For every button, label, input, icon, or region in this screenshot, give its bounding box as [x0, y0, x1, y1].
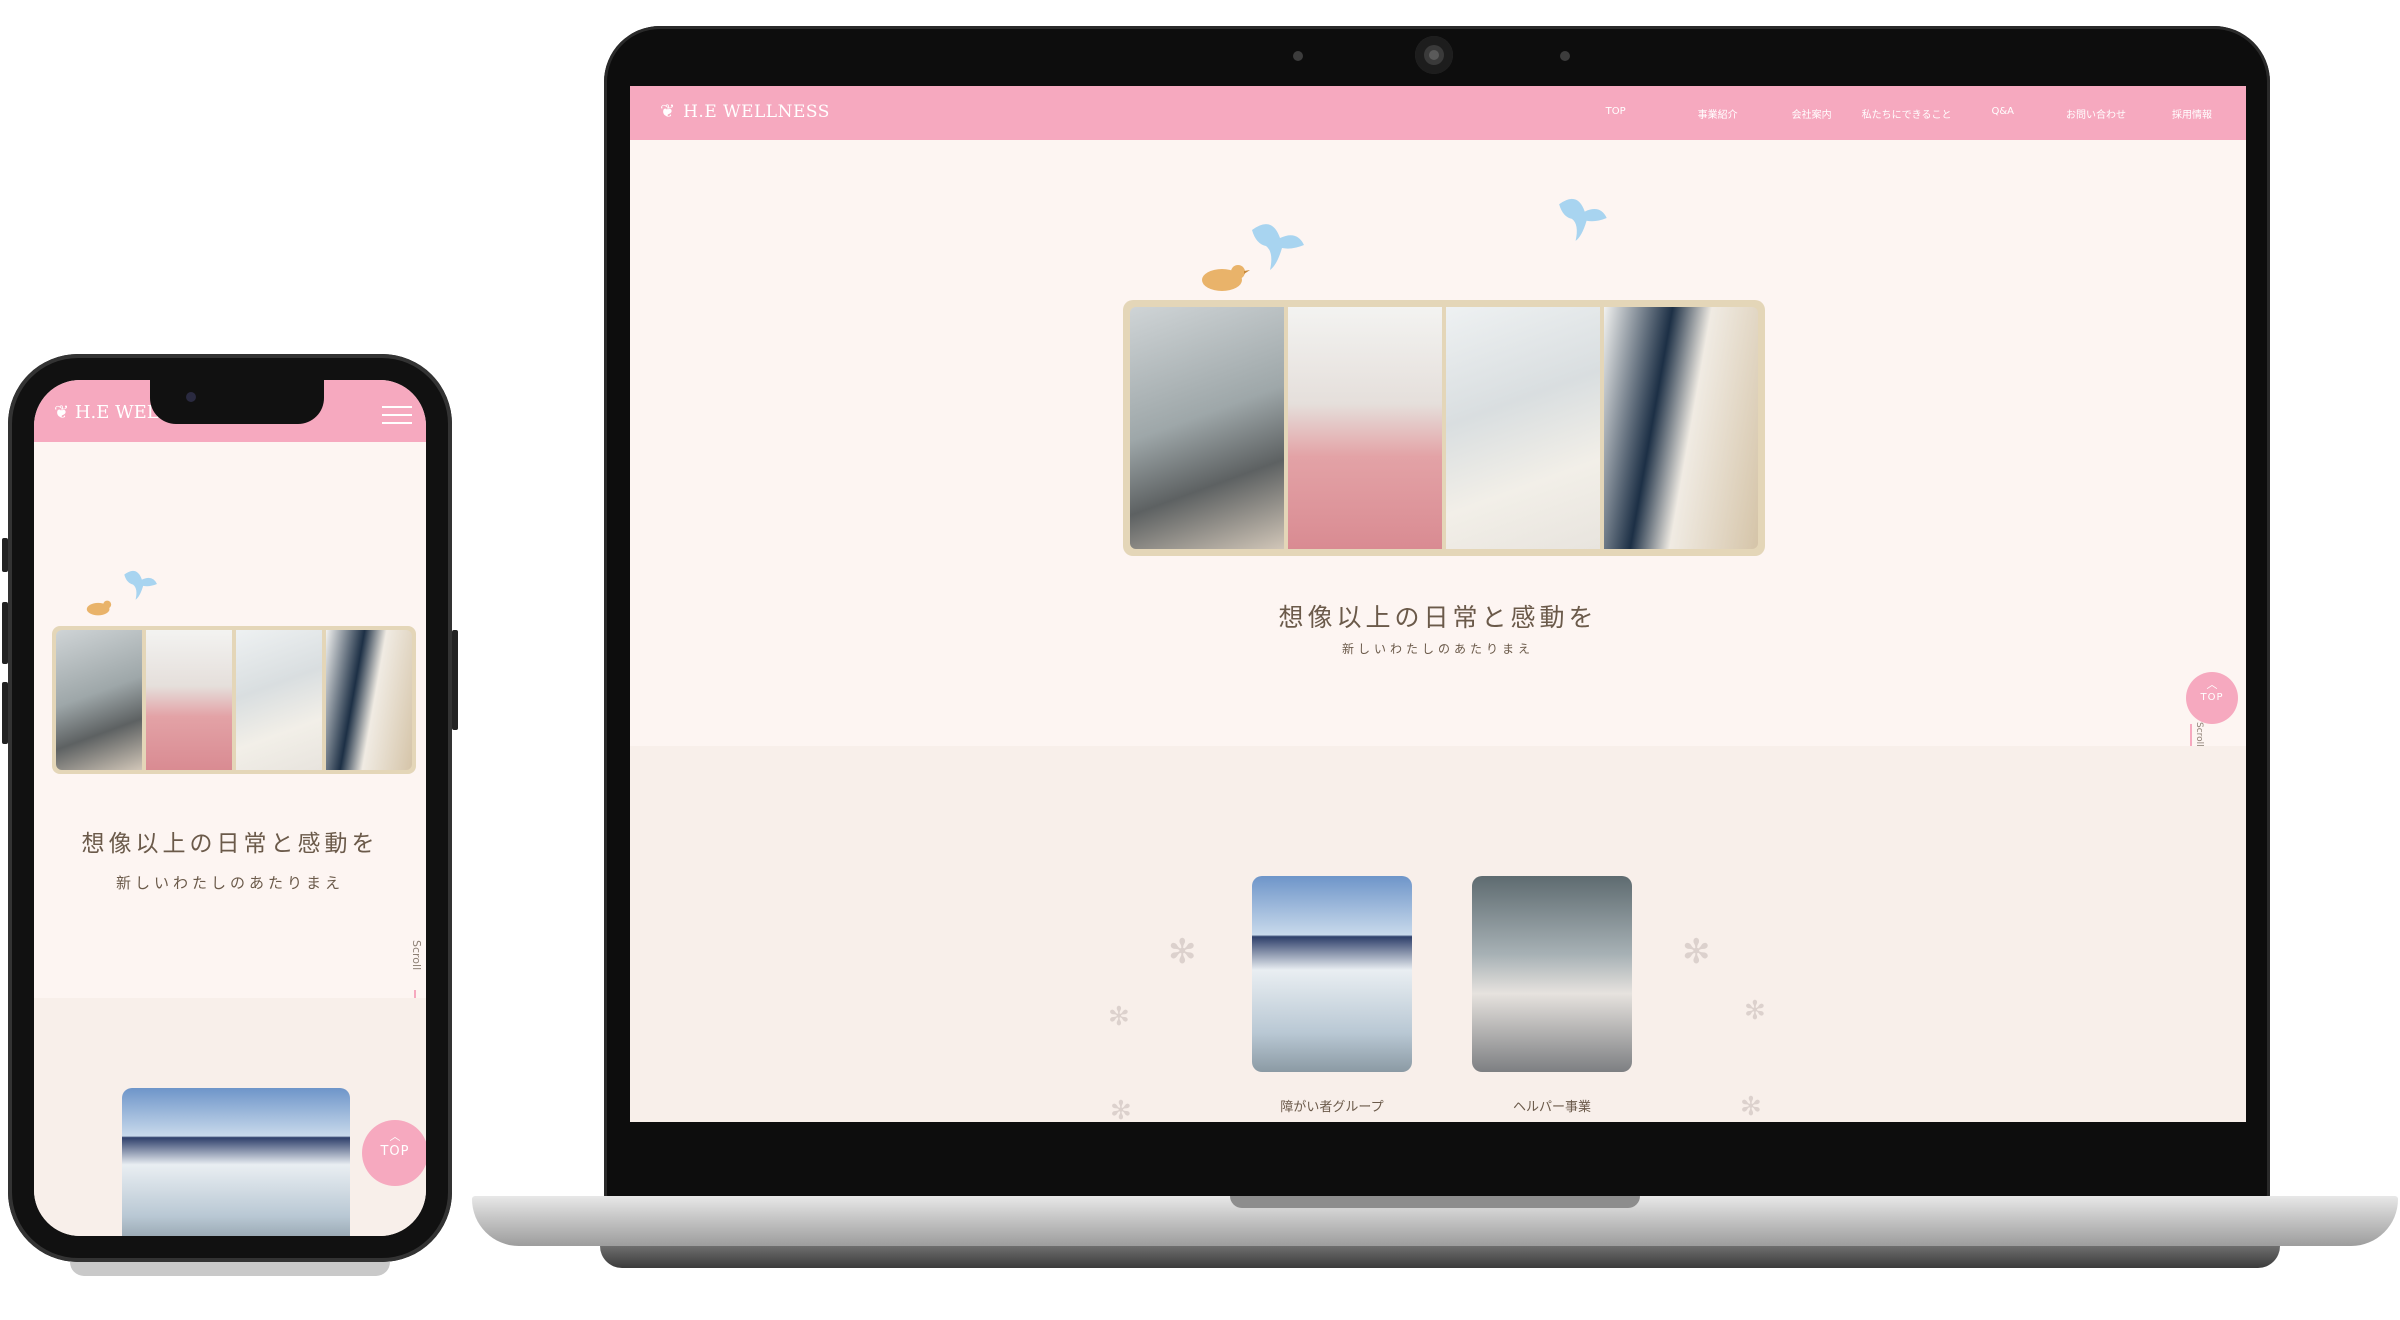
nav-qa[interactable]: Q&A	[1991, 106, 2014, 121]
phone-side-button	[2, 682, 8, 744]
blue-bird-icon	[124, 570, 157, 600]
phone-side-button	[2, 538, 8, 572]
flower-icon: ✻	[1108, 1002, 1130, 1032]
leaf-logo-icon: ❦	[54, 402, 75, 423]
laptop-sensor-right	[1560, 51, 1570, 61]
flower-icon: ✻	[1682, 932, 1711, 972]
hero-section: 想像以上の日常と感動を 新しいわたしのあたりまえ	[630, 140, 2246, 746]
photo-caregiver	[326, 630, 412, 770]
flower-icon: ✻	[1740, 1092, 1762, 1122]
photo-caregiver	[1604, 307, 1758, 549]
photo-dishwashing	[56, 630, 142, 770]
laptop-base-shadow	[600, 1246, 2280, 1268]
chevron-up-icon: ︿	[2206, 678, 2218, 691]
nav-what-we-can-do[interactable]: 私たちにできること	[1862, 106, 1952, 121]
phone-frame: ❦ H.E WELL 想像以上の日常と感動を 新しいわたしのあたりまえ Scro…	[2, 354, 458, 1262]
hero-subtitle: 新しいわたしのあたりまえ	[1341, 642, 1534, 656]
service-card-label: ヘルパー事業	[1512, 1100, 1591, 1115]
mobile-hero-subtitle: 新しいわたしのあたりまえ	[115, 874, 344, 892]
hamburger-menu-icon[interactable]	[382, 406, 412, 430]
site-logo[interactable]: ❦ H.E WELLNESS	[660, 101, 830, 122]
flower-icon: ✻	[1110, 1096, 1132, 1122]
nav-recruit[interactable]: 採用情報	[2172, 106, 2212, 121]
webcam-icon	[1415, 36, 1453, 74]
small-bird-icon	[1202, 265, 1250, 291]
nav-company[interactable]: 会社案内	[1792, 106, 1832, 121]
leaf-logo-icon: ❦	[660, 101, 676, 122]
mobile-scroll-label: Scroll	[410, 940, 423, 971]
mobile-hero-title: 想像以上の日常と感動を	[81, 831, 379, 857]
phone-screen: ❦ H.E WELL 想像以上の日常と感動を 新しいわたしのあたりまえ Scro…	[34, 380, 426, 1236]
back-to-top-button[interactable]: ︿ TOP	[2186, 672, 2238, 724]
flower-icon: ✻	[1168, 932, 1197, 972]
photo-laundry	[1288, 307, 1442, 549]
phone-notch	[150, 380, 324, 424]
services-section: ✻ ✻ ✻ ✻ ✻ ✻ 障がい者グループ ヘルパー事業	[630, 746, 2246, 1122]
mobile-back-to-top-button[interactable]: ︿ TOP	[362, 1120, 426, 1186]
laptop-hinge	[1230, 1196, 1640, 1208]
photo-laundry	[146, 630, 232, 770]
chevron-up-icon: ︿	[389, 1130, 401, 1143]
service-card-helper[interactable]: ヘルパー事業	[1472, 876, 1632, 1115]
mobile-group-home-photo	[122, 1088, 350, 1236]
laptop-sensor-left	[1293, 51, 1303, 61]
service-card-label: 障がい者グループ	[1280, 1100, 1384, 1115]
nav-services[interactable]: 事業紹介	[1698, 106, 1738, 121]
photo-dishwashing	[1130, 307, 1284, 549]
phone-side-button	[452, 630, 458, 730]
logo-text: H.E WELLNESS	[683, 101, 830, 122]
nav-contact[interactable]: お問い合わせ	[2066, 106, 2126, 121]
group-home-photo	[1252, 876, 1412, 1072]
flower-icon: ✻	[1744, 996, 1766, 1026]
mobile-hero-photo-collage	[52, 626, 416, 774]
main-nav: TOP 事業紹介 会社案内 私たちにできること Q&A お問い合わせ 採用情報	[1606, 106, 2212, 121]
photo-meal	[236, 630, 322, 770]
phone-shadow	[70, 1262, 390, 1276]
small-bird-icon	[86, 600, 112, 616]
photo-meal	[1446, 307, 1600, 549]
hero-photo-collage	[1123, 300, 1765, 556]
hero-title: 想像以上の日常と感動を	[1278, 603, 1598, 632]
nav-top[interactable]: TOP	[1606, 106, 1626, 121]
phone-side-button	[2, 602, 8, 664]
blue-bird-icon	[1252, 224, 1304, 270]
blue-bird-icon	[1559, 198, 1607, 241]
service-card-group-home[interactable]: 障がい者グループ	[1252, 876, 1412, 1115]
helper-photo	[1472, 876, 1632, 1072]
laptop-screen: ❦ H.E WELLNESS TOP 事業紹介 会社案内 私たちにできること Q…	[630, 86, 2246, 1122]
scroll-label: Scroll	[2194, 722, 2204, 747]
site-header: ❦ H.E WELLNESS TOP 事業紹介 会社案内 私たちにできること Q…	[630, 86, 2246, 140]
